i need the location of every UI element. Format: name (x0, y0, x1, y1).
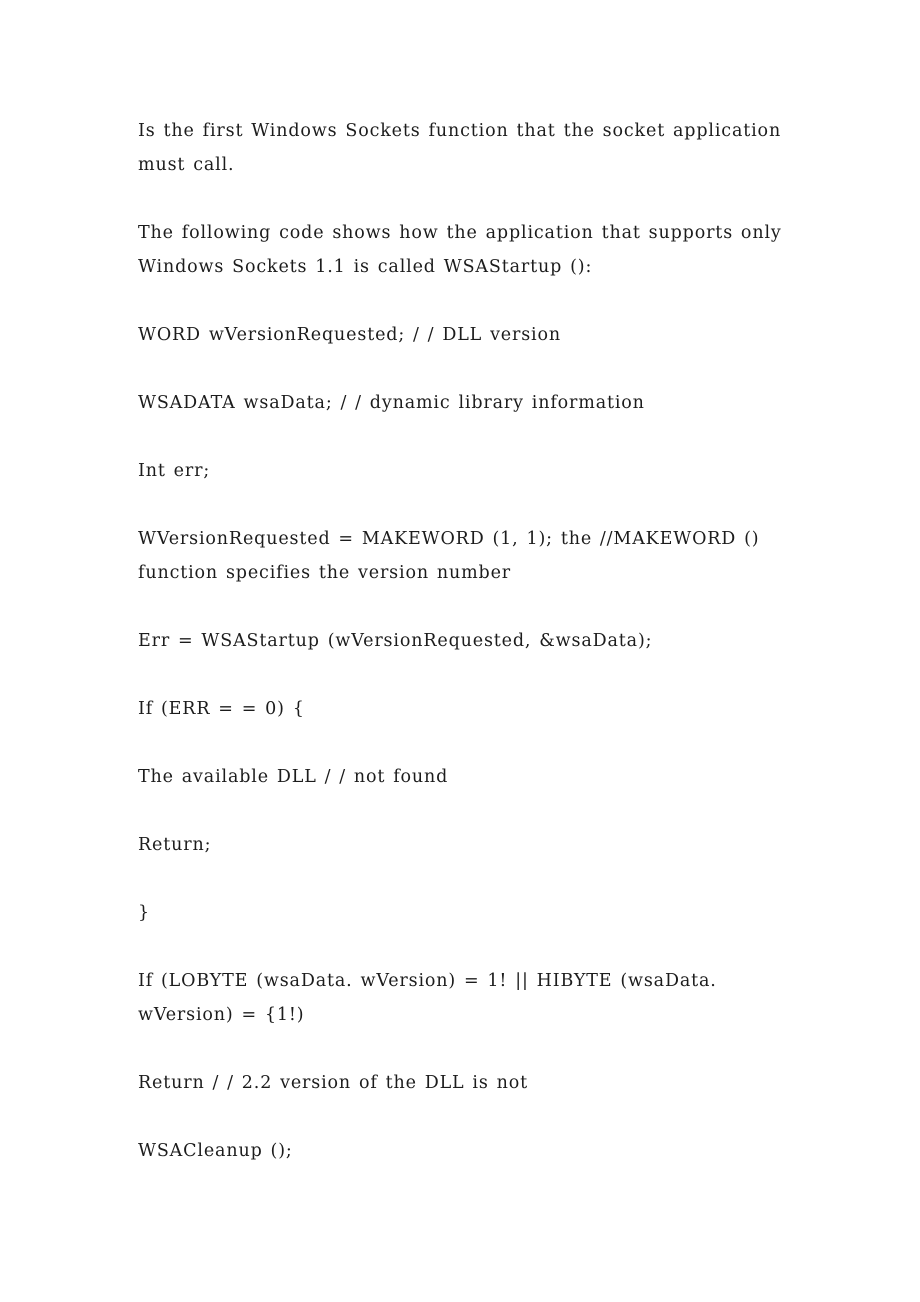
code-line-wsacleanup-call: WSACleanup (); (138, 1141, 293, 1161)
code-line-lobyte-hibyte-check: If (LOBYTE (wsaData. wVersion) = 1! || H… (138, 971, 725, 1025)
document-page: Is the first Windows Sockets function th… (0, 0, 920, 1302)
paragraph-code-description: The following code shows how the applica… (138, 223, 790, 277)
code-line-int-err: Int err; (138, 461, 211, 481)
document-text-body: Is the first Windows Sockets function th… (138, 114, 786, 1168)
paragraph-intro: Is the first Windows Sockets function th… (138, 121, 789, 175)
code-line-if-err-check: If (ERR = = 0) { (138, 699, 305, 719)
code-line-word-declaration: WORD wVersionRequested; / / DLL version (138, 325, 562, 345)
code-line-closing-brace: } (138, 903, 150, 923)
code-line-return-version-comment: Return / / 2.2 version of the DLL is not (138, 1073, 529, 1093)
code-line-return: Return; (138, 835, 212, 855)
code-line-dll-not-found-comment: The available DLL / / not found (138, 767, 449, 787)
code-line-wsastartup-call: Err = WSAStartup (wVersionRequested, &ws… (138, 631, 653, 651)
code-line-makeword-assignment: WVersionRequested = MAKEWORD (1, 1); the… (138, 529, 768, 583)
code-line-wsadata-declaration: WSADATA wsaData; / / dynamic library inf… (138, 393, 645, 413)
